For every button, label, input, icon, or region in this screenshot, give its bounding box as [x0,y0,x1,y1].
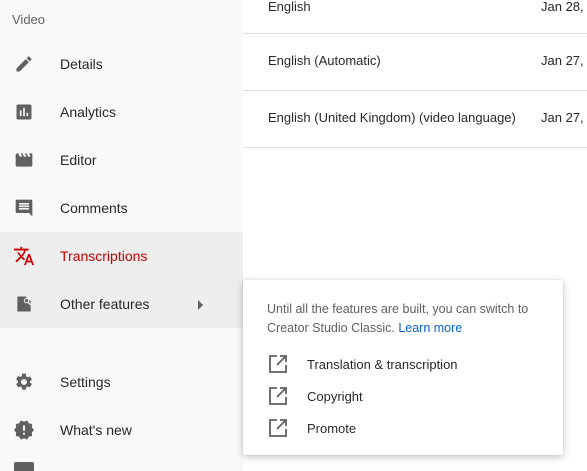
sidebar-item-label: Other features [60,296,150,312]
date-published: Jan 28, [541,0,584,14]
other-features-icon [12,292,36,316]
external-link-icon [267,385,289,407]
list-item[interactable]: English (United Kingdom) (video language… [243,90,587,148]
promote-link[interactable]: Promote [267,417,547,441]
sidebar-item-settings[interactable]: Settings [0,358,243,406]
language-name: English [268,0,311,14]
sidebar-item-whats-new[interactable]: What's new [0,406,243,454]
comment-icon [12,196,36,220]
external-link-icon [267,353,289,375]
pencil-icon [12,52,36,76]
popup-item-label: Translation & transcription [307,357,458,372]
sidebar-item-label: Comments [60,200,128,216]
sidebar-item-transcriptions[interactable]: Transcriptions [0,232,243,280]
sidebar-item-label: What's new [60,422,132,438]
popup-item-label: Copyright [307,389,363,404]
sidebar: Video Details Analytics Editor Comments … [0,0,243,471]
sidebar-item-analytics[interactable]: Analytics [0,88,243,136]
section-label-video: Video [12,12,46,27]
sidebar-item-label: Editor [60,152,97,168]
list-item[interactable]: English Jan 28, [243,0,587,34]
date-published: Jan 27, [541,53,584,68]
caret-right-icon [196,298,204,316]
sidebar-item-label: Details [60,56,103,72]
copyright-link[interactable]: Copyright [267,385,547,409]
sidebar-item-label: Transcriptions [60,248,148,264]
sidebar-item-details[interactable]: Details [0,40,243,88]
gear-icon [12,370,36,394]
sidebar-item-comments[interactable]: Comments [0,184,243,232]
popup-description: Until all the features are built, you ca… [267,300,557,338]
learn-more-link[interactable]: Learn more [398,321,462,335]
sidebar-item-other-features[interactable]: Other features [0,280,243,328]
analytics-icon [12,100,36,124]
alert-badge-icon [12,418,36,442]
language-name: English (Automatic) [268,53,381,68]
list-item[interactable]: English (Automatic) Jan 27, [243,33,587,91]
clapperboard-icon [12,148,36,172]
translation-transcription-link[interactable]: Translation & transcription [267,353,547,377]
next-item-icon [14,462,34,471]
sidebar-item-label: Settings [60,374,111,390]
external-link-icon [267,417,289,439]
language-name: English (United Kingdom) (video language… [268,110,516,125]
date-published: Jan 27, [541,110,584,125]
sidebar-item-editor[interactable]: Editor [0,136,243,184]
other-features-popup: Until all the features are built, you ca… [243,280,563,455]
translate-icon [12,244,36,268]
popup-item-label: Promote [307,421,357,436]
sidebar-item-label: Analytics [60,104,117,120]
